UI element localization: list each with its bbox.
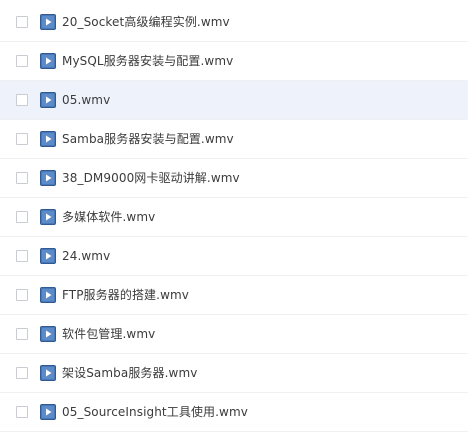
file-row[interactable]: Samba服务器安装与配置.wmv	[0, 120, 468, 159]
row-checkbox[interactable]	[16, 211, 28, 223]
video-file-icon	[40, 326, 56, 342]
video-file-icon	[40, 365, 56, 381]
file-name[interactable]: Samba服务器安装与配置.wmv	[62, 131, 234, 147]
video-file-icon	[40, 14, 56, 30]
row-checkbox[interactable]	[16, 289, 28, 301]
file-name[interactable]: 05_SourceInsight工具使用.wmv	[62, 404, 248, 420]
row-checkbox[interactable]	[16, 250, 28, 262]
file-list: 20_Socket高级编程实例.wmv MySQL服务器安装与配置.wmv 05…	[0, 0, 468, 432]
row-checkbox[interactable]	[16, 94, 28, 106]
file-row[interactable]: 05_SourceInsight工具使用.wmv	[0, 393, 468, 432]
file-name[interactable]: 软件包管理.wmv	[62, 326, 155, 342]
row-checkbox[interactable]	[16, 172, 28, 184]
file-name[interactable]: 24.wmv	[62, 248, 110, 264]
row-checkbox[interactable]	[16, 16, 28, 28]
file-name[interactable]: FTP服务器的搭建.wmv	[62, 287, 189, 303]
row-checkbox[interactable]	[16, 133, 28, 145]
file-row[interactable]: MySQL服务器安装与配置.wmv	[0, 42, 468, 81]
video-file-icon	[40, 53, 56, 69]
file-row[interactable]: FTP服务器的搭建.wmv	[0, 276, 468, 315]
row-checkbox[interactable]	[16, 367, 28, 379]
file-name[interactable]: MySQL服务器安装与配置.wmv	[62, 53, 233, 69]
row-checkbox[interactable]	[16, 328, 28, 340]
video-file-icon	[40, 248, 56, 264]
video-file-icon	[40, 209, 56, 225]
file-row[interactable]: 软件包管理.wmv	[0, 315, 468, 354]
file-row[interactable]: 20_Socket高级编程实例.wmv	[0, 3, 468, 42]
file-name[interactable]: 05.wmv	[62, 92, 110, 108]
file-row-selected[interactable]: 05.wmv	[0, 81, 468, 120]
row-checkbox[interactable]	[16, 55, 28, 67]
video-file-icon	[40, 287, 56, 303]
file-row[interactable]: 架设Samba服务器.wmv	[0, 354, 468, 393]
file-name[interactable]: 多媒体软件.wmv	[62, 209, 155, 225]
video-file-icon	[40, 404, 56, 420]
file-name[interactable]: 架设Samba服务器.wmv	[62, 365, 197, 381]
file-row[interactable]: 38_DM9000网卡驱动讲解.wmv	[0, 159, 468, 198]
video-file-icon	[40, 131, 56, 147]
row-checkbox[interactable]	[16, 406, 28, 418]
file-name[interactable]: 38_DM9000网卡驱动讲解.wmv	[62, 170, 240, 186]
video-file-icon	[40, 170, 56, 186]
video-file-icon	[40, 92, 56, 108]
file-name[interactable]: 20_Socket高级编程实例.wmv	[62, 14, 230, 30]
file-row[interactable]: 24.wmv	[0, 237, 468, 276]
file-row[interactable]: 多媒体软件.wmv	[0, 198, 468, 237]
